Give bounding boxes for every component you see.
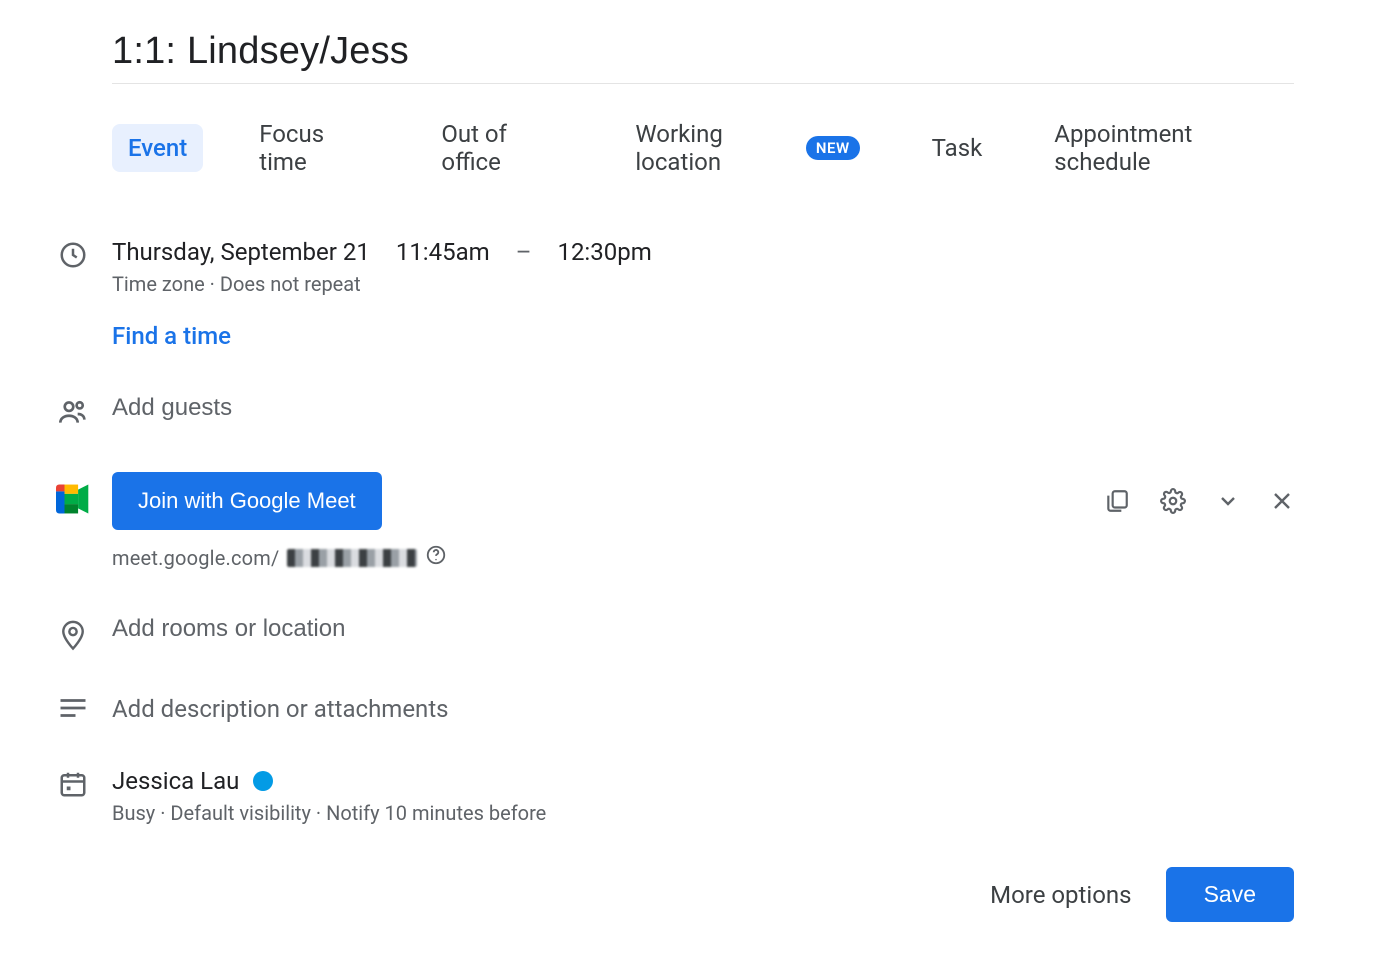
more-options-button[interactable]: More options	[990, 881, 1131, 909]
location-row	[34, 615, 1294, 651]
meet-link-code-redacted	[287, 549, 417, 567]
add-location-input[interactable]	[112, 615, 1294, 643]
meet-settings-icon[interactable]	[1160, 488, 1186, 514]
time-sub-line[interactable]: Time zone · Does not repeat	[112, 272, 1294, 296]
add-guests-input[interactable]	[112, 394, 1294, 422]
join-google-meet-button[interactable]: Join with Google Meet	[112, 472, 382, 530]
remove-meet-icon[interactable]	[1270, 489, 1294, 513]
title-row	[112, 30, 1294, 84]
chevron-down-icon[interactable]	[1216, 489, 1240, 513]
people-icon	[34, 394, 112, 428]
tab-task[interactable]: Task	[916, 124, 999, 172]
tab-appointment-schedule[interactable]: Appointment schedule	[1038, 110, 1294, 186]
event-type-tabs: Event Focus time Out of office Working l…	[112, 110, 1294, 186]
add-description-button[interactable]: Add description or attachments	[112, 695, 1294, 723]
time-dash: –	[516, 238, 532, 266]
tab-focus-time[interactable]: Focus time	[243, 110, 385, 186]
tab-working-location[interactable]: Working location NEW	[619, 110, 875, 186]
save-button[interactable]: Save	[1166, 867, 1294, 922]
time-row: Thursday, September 21 11:45am – 12:30pm…	[34, 238, 1294, 296]
find-a-time-link[interactable]: Find a time	[112, 322, 1294, 350]
calendar-color-dot	[253, 771, 273, 791]
calendar-icon	[34, 767, 112, 799]
meet-actions	[1104, 488, 1294, 514]
footer-actions: More options Save	[990, 867, 1294, 922]
notes-icon	[34, 695, 112, 719]
tab-event[interactable]: Event	[112, 124, 203, 172]
google-meet-icon	[34, 472, 112, 514]
event-quick-create-panel: Event Focus time Out of office Working l…	[0, 0, 1400, 974]
event-date: Thursday, September 21	[112, 238, 370, 266]
meet-row: Join with Google Meet	[34, 472, 1294, 530]
guests-row	[34, 394, 1294, 428]
copy-meet-link-icon[interactable]	[1104, 488, 1130, 514]
calendar-row: Jessica Lau Busy · Default visibility · …	[34, 767, 1294, 825]
calendar-sub-line[interactable]: Busy · Default visibility · Notify 10 mi…	[112, 801, 1294, 825]
location-pin-icon	[34, 615, 112, 651]
event-end-time: 12:30pm	[557, 238, 651, 266]
new-badge: NEW	[806, 136, 860, 160]
meet-link-prefix: meet.google.com/	[112, 546, 279, 570]
event-title-input[interactable]	[112, 30, 1294, 73]
meet-help-icon[interactable]	[425, 544, 447, 571]
date-time-line[interactable]: Thursday, September 21 11:45am – 12:30pm	[112, 238, 1294, 266]
calendar-owner-name: Jessica Lau	[112, 767, 239, 795]
clock-icon	[34, 238, 112, 270]
event-start-time: 11:45am	[396, 238, 490, 266]
calendar-owner-line[interactable]: Jessica Lau	[112, 767, 1294, 795]
tab-working-location-label: Working location	[635, 120, 798, 176]
tab-out-of-office[interactable]: Out of office	[425, 110, 579, 186]
meet-link-line: meet.google.com/	[112, 544, 1294, 571]
description-row: Add description or attachments	[34, 695, 1294, 723]
